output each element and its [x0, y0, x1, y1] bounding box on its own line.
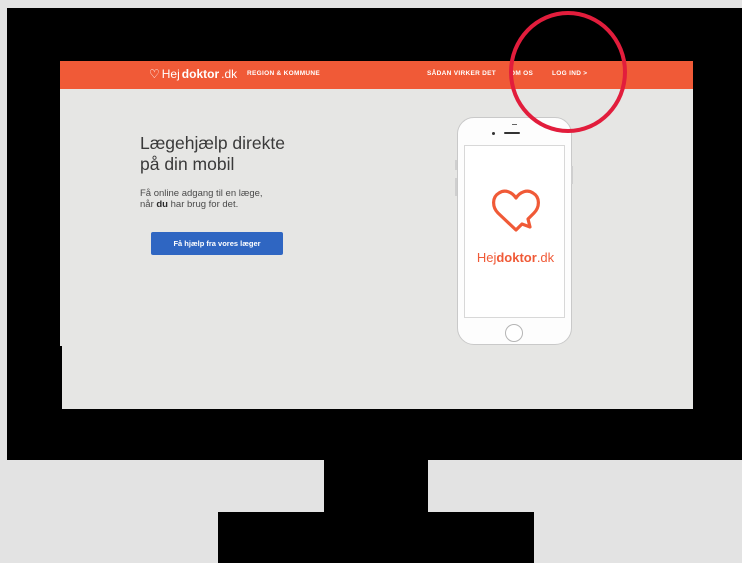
get-help-button[interactable]: Få hjælp fra vores læger	[151, 232, 283, 255]
hero-title: Lægehjælp direkte på din mobil	[140, 133, 285, 175]
logo-suffix: .dk	[221, 67, 238, 81]
hero-title-line2: på din mobil	[140, 154, 235, 174]
app-name-prefix: Hej	[476, 250, 497, 265]
monitor-neck	[324, 458, 428, 514]
monitor-base	[218, 512, 534, 563]
site-logo[interactable]: ♡ Hej doktor .dk	[149, 67, 237, 81]
phone-volume-button	[455, 178, 457, 196]
hero-sub-post: har brug for det.	[167, 199, 239, 210]
heart-logo-icon: ♡	[149, 67, 160, 81]
phone-mockup: Hejdoktor.dk	[455, 117, 573, 345]
phone-screen: Hejdoktor.dk	[464, 145, 565, 318]
app-name-bold: doktor	[496, 250, 537, 265]
hero-subtitle: Få online adgang til en læge, når du har…	[140, 188, 263, 210]
hero-sub-pre: når	[140, 199, 157, 210]
heart-speech-icon	[492, 189, 540, 232]
nav-how-link[interactable]: SÅDAN VIRKER DET	[427, 70, 496, 77]
hero-title-line1: Lægehjælp direkte	[140, 133, 285, 153]
phone-camera	[492, 132, 495, 135]
nav-region-link[interactable]: REGION & KOMMUNE	[247, 70, 320, 77]
phone-home-button	[505, 324, 523, 342]
phone-power-button	[571, 166, 573, 184]
app-name: Hejdoktor.dk	[465, 250, 566, 265]
app-name-suffix: .dk	[536, 250, 555, 265]
phone-top-line	[512, 124, 517, 125]
hero-sub-line1: Få online adgang til en læge,	[140, 188, 263, 199]
phone-speaker	[504, 132, 520, 134]
logo-bold: doktor	[181, 67, 220, 81]
phone-side-button	[455, 160, 457, 170]
logo-prefix: Hej	[161, 67, 180, 81]
hero-sub-line2: når du har brug for det.	[140, 199, 263, 210]
hero-sub-bold: du	[156, 199, 168, 210]
highlight-circle	[509, 11, 627, 133]
screen-edge	[60, 346, 62, 409]
